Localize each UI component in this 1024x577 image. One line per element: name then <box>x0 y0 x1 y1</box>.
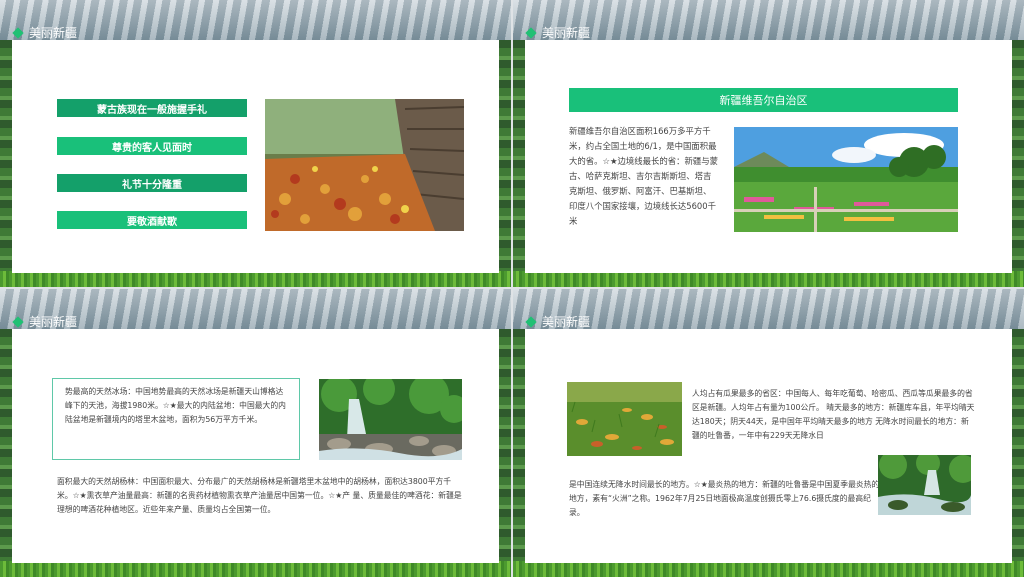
diamond-icon <box>525 26 537 39</box>
etiquette-item-2: 尊贵的客人见面时 <box>57 137 247 155</box>
etiquette-item-4: 要敬酒献歌 <box>57 211 247 229</box>
brand-label: 美丽新疆 <box>525 24 590 41</box>
slide-card: 人均占有瓜果最多的省区：中国每人、每年吃葡萄、哈密瓜、西瓜等瓜果最多的省区是新疆… <box>525 329 1012 563</box>
slide-1[interactable]: 美丽新疆 蒙古族现在一般施握手礼 尊贵的客人见面时 礼节十分隆重 要敬酒献歌 <box>0 0 511 287</box>
stream-photo <box>878 455 971 515</box>
slide-4[interactable]: 美丽新疆 人均占有瓜果最多的省区：中国每人、每年吃葡萄、哈密瓜、西瓜等瓜果最多的… <box>513 289 1024 577</box>
bottom-text: 面积最大的天然胡杨林：中国面积最大、分布最广的天然胡杨林是新疆塔里木盆地中的胡杨… <box>57 477 462 514</box>
fallen-leaves-photo <box>567 382 682 456</box>
slide-card: 势最高的天然冰场：中国地势最高的天然冰场是新疆天山博格达峰下的天池，海拔1980… <box>12 329 499 563</box>
diamond-icon <box>12 315 24 328</box>
diamond-icon <box>525 315 537 328</box>
garden-photo <box>734 127 958 232</box>
etiquette-item-3: 礼节十分隆重 <box>57 174 247 192</box>
waterfall-photo <box>319 379 462 460</box>
top-text: 人均占有瓜果最多的省区：中国每人、每年吃葡萄、哈密瓜、西瓜等瓜果最多的省区是新疆… <box>692 389 975 440</box>
brand-label: 美丽新疆 <box>525 313 590 330</box>
diamond-icon <box>12 26 24 39</box>
slide-card: 蒙古族现在一般施握手礼 尊贵的客人见面时 礼节十分隆重 要敬酒献歌 <box>12 40 499 273</box>
info-box-text: 势最高的天然冰场：中国地势最高的天然冰场是新疆天山博格达峰下的天池，海拔1980… <box>65 387 286 424</box>
brand-label: 美丽新疆 <box>12 313 77 330</box>
bottom-text: 是中国连续无降水时间最长的地方。☆★最炎热的地方：新疆的吐鲁番是中国夏季最炎热的… <box>569 480 880 517</box>
region-title-bar: 新疆维吾尔自治区 <box>569 88 958 112</box>
region-description: 新疆维吾尔自治区面积166万多平方千米，约占全国土地的6/1，是中国面积最大的省… <box>569 126 719 226</box>
slide-2[interactable]: 美丽新疆 新疆维吾尔自治区 新疆维吾尔自治区面积166万多平方千米，约占全国土地… <box>513 0 1024 287</box>
slide-card: 新疆维吾尔自治区 新疆维吾尔自治区面积166万多平方千米，约占全国土地的6/1，… <box>525 40 1012 273</box>
slide-3[interactable]: 美丽新疆 势最高的天然冰场：中国地势最高的天然冰场是新疆天山博格达峰下的天池，海… <box>0 289 511 577</box>
leaves-path-photo <box>265 99 464 231</box>
brand-label: 美丽新疆 <box>12 24 77 41</box>
etiquette-item-1: 蒙古族现在一般施握手礼 <box>57 99 247 117</box>
